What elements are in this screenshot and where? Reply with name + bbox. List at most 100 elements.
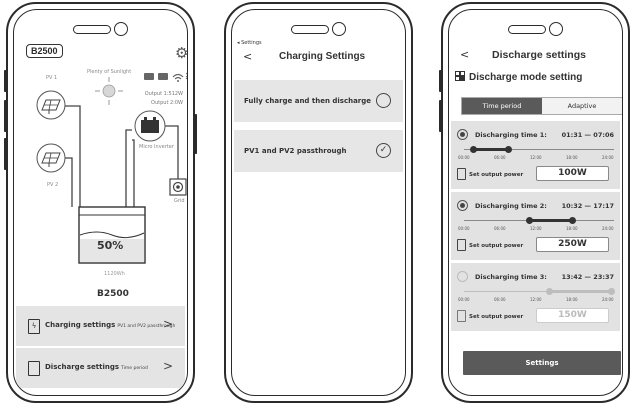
phone-frame-home: B2500 ⚙ Plenty of Sunlight Output 1:512W… <box>4 2 197 403</box>
discharge-period-card[interactable]: Discharging time 2: 10:32 — 17:17 00:00 … <box>451 192 620 260</box>
set-output-power-label: Set output power <box>469 172 524 178</box>
discharge-settings-title: Discharge settings <box>45 363 120 371</box>
device-name: B2500 <box>97 289 129 299</box>
period-time-range: 10:32 — 17:17 <box>561 202 614 210</box>
micro-inverter-label: Micro Inverter <box>139 144 174 150</box>
page-title: Discharge settings <box>492 49 586 61</box>
tick-label: 12:00 <box>530 155 542 160</box>
radio-unselected-icon[interactable] <box>457 271 468 282</box>
tick-label: 06:00 <box>494 297 506 302</box>
time-slider-track[interactable] <box>464 146 614 153</box>
discharge-settings-card[interactable]: Discharge settings Time period > <box>16 348 185 388</box>
chevron-right-icon: > <box>162 317 173 331</box>
slider-end-handle[interactable] <box>568 217 576 224</box>
chevron-right-icon: > <box>162 359 173 373</box>
period-time-range: 01:31 — 07:06 <box>561 131 614 139</box>
output-power-input[interactable]: 150W <box>536 308 609 323</box>
side-button <box>4 138 7 170</box>
period-end: 23:37 <box>593 273 614 281</box>
tick-label: 24:00 <box>602 297 614 302</box>
slider-start-handle[interactable] <box>526 217 534 224</box>
tick-label: 00:00 <box>458 155 470 160</box>
tab-adaptive[interactable]: Adaptive <box>542 98 622 114</box>
slider-end-handle[interactable] <box>504 146 512 153</box>
side-button <box>4 70 7 92</box>
period-label: Discharging time 1: <box>475 131 547 139</box>
charging-settings-title: Charging settings <box>45 321 116 329</box>
phone-notch <box>507 21 564 37</box>
mode-segmented-control: Time period Adaptive <box>461 97 622 115</box>
power-plug-icon <box>457 239 466 251</box>
phone-frame-discharge: < Discharge settings Discharge mode sett… <box>439 2 630 403</box>
pv1-label: PV 1 <box>46 75 58 81</box>
grid-layout-icon <box>455 71 465 81</box>
period-start: 01:31 <box>561 131 583 139</box>
side-button <box>439 70 442 92</box>
back-button[interactable]: < <box>460 48 469 61</box>
tick-label: 18:00 <box>566 155 578 160</box>
power-plug-icon <box>457 168 466 180</box>
solar-panel-icon <box>36 90 66 120</box>
slider-start-handle[interactable] <box>546 288 554 295</box>
tick-label: 06:00 <box>494 226 506 231</box>
phone-frame-charging: ◂ Settings < Charging Settings Fully cha… <box>224 2 413 403</box>
side-button <box>4 100 7 132</box>
discharge-settings-label: Discharge settings Time period <box>45 363 148 371</box>
option-label: PV1 and PV2 passthrough <box>244 147 347 155</box>
discharge-period-card[interactable]: Discharging time 1: 01:31 — 07:06 00:00 … <box>451 121 620 189</box>
charging-settings-screen: ◂ Settings < Charging Settings Fully cha… <box>231 9 406 396</box>
section-title-text: Discharge mode setting <box>469 72 583 83</box>
discharge-battery-icon <box>28 361 40 376</box>
power-plug-icon <box>457 310 466 322</box>
micro-inverter-icon <box>134 110 166 142</box>
slider-start-handle[interactable] <box>469 146 477 153</box>
charging-settings-card[interactable]: ϟ Charging settings PV1 and PV2 passthrou… <box>16 306 185 346</box>
discharge-period-card[interactable]: Discharging time 3: 13:42 — 23:37 00:00 … <box>451 263 620 331</box>
side-button <box>194 114 197 154</box>
option-pv-passthrough[interactable]: PV1 and PV2 passthrough ✓ <box>234 130 403 172</box>
battery-illustration <box>78 206 146 264</box>
period-label: Discharging time 3: <box>475 273 547 281</box>
output-power-input[interactable]: 250W <box>536 237 609 252</box>
radio-unchecked-icon[interactable] <box>376 93 391 108</box>
slider-end-handle[interactable] <box>608 288 616 295</box>
tick-label: 18:00 <box>566 226 578 231</box>
tick-label: 12:00 <box>530 297 542 302</box>
period-label: Discharging time 2: <box>475 202 547 210</box>
tick-label: 24:00 <box>602 226 614 231</box>
option-label: Fully charge and then discharge <box>244 97 372 105</box>
pv2-label: PV 2 <box>47 182 59 188</box>
back-button[interactable]: < <box>243 50 252 63</box>
settings-button[interactable]: Settings <box>463 351 621 375</box>
discharge-mode-value: Time period <box>121 366 148 371</box>
tab-time-period[interactable]: Time period <box>462 98 542 114</box>
section-title: Discharge mode setting <box>455 71 582 83</box>
battery-capacity: 1120Wh <box>104 271 125 277</box>
period-start: 13:42 <box>561 273 583 281</box>
battery-percentage: 50% <box>97 239 124 252</box>
tick-label: 18:00 <box>566 297 578 302</box>
phone-notch <box>290 21 347 37</box>
charging-settings-label: Charging settings PV1 and PV2 passthrough <box>45 321 175 329</box>
grid-socket-icon <box>169 178 187 196</box>
period-start: 10:32 <box>561 202 583 210</box>
checkmark-icon[interactable]: ✓ <box>376 143 391 158</box>
time-axis-ticks: 00:00 06:00 12:00 18:00 24:00 <box>458 297 618 303</box>
time-slider-range <box>549 290 612 293</box>
output-power-input[interactable]: 100W <box>536 166 609 181</box>
radio-selected-icon[interactable] <box>457 129 468 140</box>
time-slider-track[interactable] <box>464 288 616 295</box>
side-button <box>439 100 442 132</box>
time-axis-ticks: 00:00 06:00 12:00 18:00 24:00 <box>458 226 618 232</box>
set-output-power-label: Set output power <box>469 314 524 320</box>
tick-label: 00:00 <box>458 297 470 302</box>
time-slider-track[interactable] <box>464 217 614 224</box>
back-to-settings-link[interactable]: ◂ Settings <box>237 40 262 46</box>
time-slider-range <box>529 219 573 222</box>
set-output-power-label: Set output power <box>469 243 524 249</box>
discharge-settings-screen: < Discharge settings Discharge mode sett… <box>448 9 623 396</box>
solar-panel-icon <box>36 143 66 173</box>
option-full-charge[interactable]: Fully charge and then discharge <box>234 80 403 122</box>
radio-selected-icon[interactable] <box>457 200 468 211</box>
tick-label: 24:00 <box>602 155 614 160</box>
